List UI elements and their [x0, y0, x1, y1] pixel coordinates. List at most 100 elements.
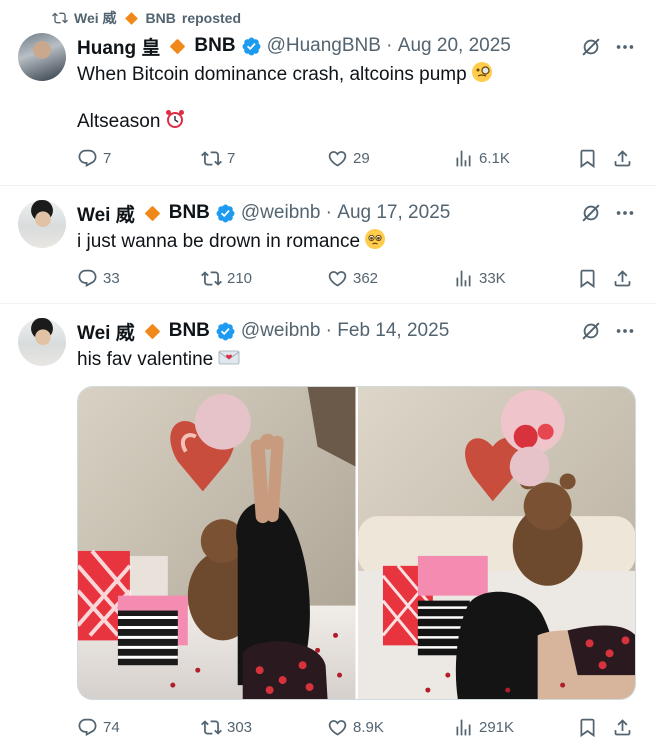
views-button[interactable]: 33K	[453, 266, 506, 290]
share-icon	[614, 718, 631, 735]
like-count: 29	[353, 149, 370, 167]
tweet-header: Huang 皇 BNB @HuangBNB · Aug 20, 2025	[77, 33, 511, 60]
bookmark-button[interactable]	[577, 715, 598, 739]
avatar[interactable]	[18, 33, 66, 81]
separator-dot: ·	[380, 35, 398, 56]
share-icon	[614, 269, 631, 286]
more-options-icon[interactable]	[614, 320, 636, 342]
share-button[interactable]	[612, 146, 633, 170]
author-handle[interactable]: @weibnb	[241, 202, 321, 224]
author-handle[interactable]: @weibnb	[241, 320, 321, 342]
separator-dot: ·	[320, 202, 338, 223]
views-button[interactable]: 291K	[453, 715, 514, 739]
separator-dot: ·	[320, 320, 338, 341]
repost-button[interactable]: 303	[201, 715, 252, 739]
bookmark-icon	[580, 149, 595, 168]
tweet-actions: 7 7 29 6.1K	[77, 146, 637, 170]
tweet-date[interactable]: Aug 20, 2025	[398, 35, 511, 57]
verified-badge-icon[interactable]	[215, 203, 236, 224]
reply-count: 74	[103, 718, 120, 736]
like-button[interactable]: 362	[327, 266, 378, 290]
bookmark-icon	[580, 269, 595, 288]
heart-icon	[328, 150, 347, 167]
love-letter-icon	[218, 350, 240, 365]
grok-icon[interactable]	[580, 202, 602, 224]
org-diamond-icon	[144, 323, 160, 339]
reply-button[interactable]: 7	[77, 146, 111, 170]
tweet-date[interactable]: Aug 17, 2025	[337, 202, 450, 224]
author-handle[interactable]: @HuangBNB	[267, 35, 381, 57]
pleading-face-icon	[365, 229, 386, 249]
tweet-text: When Bitcoin dominance crash, altcoins p…	[77, 64, 467, 85]
repost-count: 7	[227, 149, 236, 167]
tweet-text-line: When Bitcoin dominance crash, altcoins p…	[77, 61, 493, 87]
photo-2[interactable]	[357, 387, 635, 699]
reply-button[interactable]: 74	[77, 715, 120, 739]
like-count: 362	[353, 269, 379, 287]
valentine-photo-1	[78, 387, 356, 699]
tweet-header: Wei 威 BNB @weibnb · Aug 17, 2025	[77, 200, 450, 227]
heart-icon	[328, 719, 347, 736]
more-options-icon[interactable]	[614, 202, 636, 224]
tweet-actions: 74 303 8.9K 291K	[77, 715, 637, 739]
valentine-photo-2	[357, 387, 635, 699]
tweet-text: his fav valentine	[77, 349, 214, 370]
tweet-text: i just wanna be drown in romance	[77, 231, 361, 252]
reply-count: 7	[103, 149, 112, 167]
tweet-text-line: i just wanna be drown in romance	[77, 228, 386, 254]
author-org[interactable]: BNB	[169, 320, 210, 342]
author-name[interactable]: Wei 威	[77, 200, 135, 227]
more-options-icon[interactable]	[614, 36, 636, 58]
tweet-date[interactable]: Feb 14, 2025	[337, 320, 449, 342]
tweet[interactable]: Wei 威 BNB @weibnb · Aug 17, 2025 i just …	[0, 186, 656, 304]
photo-1[interactable]	[78, 387, 356, 699]
bookmark-icon	[580, 718, 595, 737]
author-org[interactable]: BNB	[194, 35, 235, 57]
analytics-icon	[456, 150, 471, 166]
author-name[interactable]: Wei 威	[77, 318, 135, 345]
alarm-clock-icon	[166, 110, 185, 128]
reply-icon	[78, 718, 97, 736]
views-count: 33K	[479, 269, 506, 287]
bookmark-button[interactable]	[577, 146, 598, 170]
like-button[interactable]: 8.9K	[327, 715, 384, 739]
like-button[interactable]: 29	[327, 146, 370, 170]
repost-icon	[201, 719, 222, 735]
analytics-icon	[456, 270, 471, 286]
monocle-face-icon	[471, 62, 492, 82]
repost-button[interactable]: 7	[201, 146, 235, 170]
like-count: 8.9K	[353, 718, 384, 736]
tweet-header: Wei 威 BNB @weibnb · Feb 14, 2025	[77, 318, 449, 345]
tweet-text: Altseason	[77, 111, 161, 132]
reply-icon	[78, 149, 97, 167]
share-button[interactable]	[612, 266, 633, 290]
grok-icon[interactable]	[580, 36, 602, 58]
share-button[interactable]	[612, 715, 633, 739]
verified-badge-icon[interactable]	[241, 36, 262, 57]
repost-count: 210	[227, 269, 253, 287]
org-diamond-icon	[170, 38, 186, 54]
org-diamond-icon	[144, 205, 160, 221]
verified-badge-icon[interactable]	[215, 321, 236, 342]
views-count: 6.1K	[479, 149, 510, 167]
reply-button[interactable]: 33	[77, 266, 120, 290]
views-count: 291K	[479, 718, 515, 736]
share-icon	[614, 149, 631, 166]
grok-icon[interactable]	[580, 320, 602, 342]
tweet-text-line: Altseason	[77, 108, 186, 134]
reply-count: 33	[103, 269, 120, 287]
bookmark-button[interactable]	[577, 266, 598, 290]
views-button[interactable]: 6.1K	[453, 146, 510, 170]
tweet[interactable]: Huang 皇 BNB @HuangBNB · Aug 20, 2025 Whe…	[0, 0, 656, 186]
analytics-icon	[456, 719, 471, 735]
tweet-text-line: his fav valentine	[77, 346, 241, 372]
avatar[interactable]	[18, 318, 66, 366]
heart-icon	[328, 270, 347, 287]
media-grid	[77, 386, 636, 700]
repost-button[interactable]: 210	[201, 266, 252, 290]
avatar[interactable]	[18, 200, 66, 248]
repost-icon	[201, 150, 222, 166]
repost-icon	[201, 270, 222, 286]
author-org[interactable]: BNB	[169, 202, 210, 224]
author-name[interactable]: Huang 皇	[77, 33, 160, 60]
